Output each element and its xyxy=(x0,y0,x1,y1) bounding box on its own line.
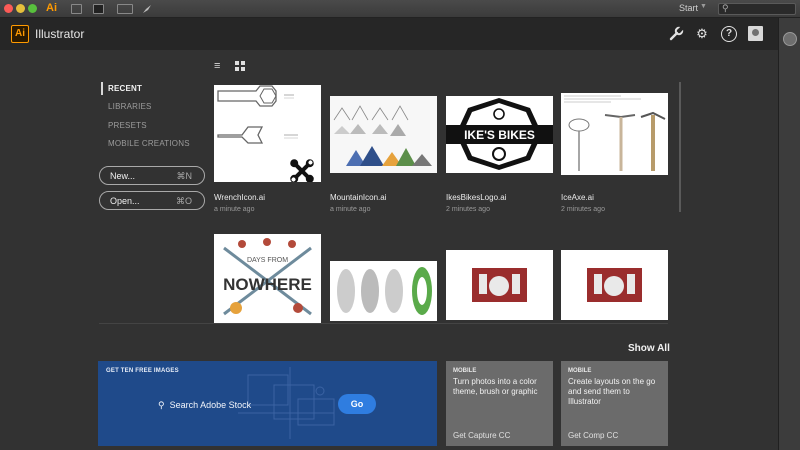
recent-file-thumbnail[interactable]: DAYS FROM NOWHERE xyxy=(214,234,321,323)
minimize-window-button[interactable] xyxy=(16,4,25,13)
panel-dock xyxy=(778,18,800,450)
days-from-nowhere-artwork: DAYS FROM NOWHERE xyxy=(223,238,312,316)
promo-card-comp[interactable]: MOBILE Create layouts on the go and send… xyxy=(561,361,668,446)
adobe-stock-card: GET TEN FREE IMAGES ⚲ Search Adobe Stock … xyxy=(98,361,437,446)
illustrator-logo: Ai xyxy=(11,25,29,43)
poster-artwork xyxy=(587,268,642,302)
nav-item-recent[interactable]: RECENT xyxy=(108,84,142,93)
file-name[interactable]: MountainIcon.ai xyxy=(330,193,386,202)
file-name[interactable]: IkesBikesLogo.ai xyxy=(446,193,506,202)
adobe-stock-search[interactable]: ⚲ Search Adobe Stock xyxy=(158,400,251,411)
new-document-button[interactable]: New... ⌘N xyxy=(99,166,205,185)
section-divider xyxy=(99,323,668,324)
open-document-button[interactable]: Open... ⌘O xyxy=(99,191,205,210)
footprints-artwork xyxy=(337,267,432,315)
recent-file-thumbnail[interactable] xyxy=(446,250,553,320)
go-button[interactable]: Go xyxy=(338,394,376,414)
grid-view-icon[interactable] xyxy=(235,61,245,71)
poster-artwork xyxy=(472,268,527,302)
nav-item-libraries[interactable]: LIBRARIES xyxy=(108,102,152,111)
open-button-label: Open... xyxy=(110,196,140,206)
nav-active-indicator xyxy=(101,82,103,95)
new-button-label: New... xyxy=(110,171,136,181)
ikes-bikes-text: IKE'S BIKES xyxy=(464,128,535,142)
mountain-artwork xyxy=(330,96,437,173)
file-modified-time: 2 minutes ago xyxy=(446,206,490,213)
file-modified-time: a minute ago xyxy=(330,206,371,213)
days-from-text: DAYS FROM xyxy=(247,257,288,264)
promo-card-capture[interactable]: MOBILE Turn photos into a color theme, b… xyxy=(446,361,553,446)
panel-dock-icon[interactable] xyxy=(783,32,797,46)
workspace-switcher[interactable]: Start xyxy=(679,3,698,13)
ice-axe-artwork xyxy=(564,95,666,171)
app-title: Illustrator xyxy=(35,27,85,41)
recent-file-thumbnail[interactable] xyxy=(330,261,437,321)
wrench-icon[interactable] xyxy=(668,26,684,42)
get-comp-link[interactable]: Get Comp CC xyxy=(568,431,618,440)
file-modified-time: 2 minutes ago xyxy=(561,206,605,213)
app-menu-bar: Ai Start ▼ ⚲ xyxy=(0,0,800,18)
user-icon[interactable] xyxy=(748,26,763,41)
nowhere-text: NOWHERE xyxy=(223,275,312,294)
nav-item-presets[interactable]: PRESETS xyxy=(108,121,147,130)
ikes-bikes-logo-artwork: IKE'S BIKES xyxy=(446,98,553,170)
bridge-icon[interactable] xyxy=(71,4,82,14)
gear-icon[interactable]: ⚙ xyxy=(694,26,710,42)
chevron-down-icon: ▼ xyxy=(700,3,707,10)
wrench-artwork xyxy=(217,85,314,182)
recent-file-thumbnail[interactable] xyxy=(561,93,668,175)
recent-file-thumbnail[interactable] xyxy=(561,250,668,320)
arrange-documents-icon[interactable] xyxy=(117,4,133,14)
get-capture-link[interactable]: Get Capture CC xyxy=(453,431,510,440)
app-mark: Ai xyxy=(46,2,57,14)
stock-title: GET TEN FREE IMAGES xyxy=(106,368,179,374)
promo-body: Turn photos into a color theme, brush or… xyxy=(453,377,538,396)
file-name[interactable]: WrenchIcon.ai xyxy=(214,193,265,202)
promo-kicker: MOBILE xyxy=(568,368,592,374)
search-icon: ⚲ xyxy=(158,400,165,410)
recent-file-thumbnail[interactable] xyxy=(330,96,437,173)
recent-file-thumbnail[interactable] xyxy=(214,85,321,182)
gpu-rocket-icon[interactable] xyxy=(141,3,153,15)
recent-files-scrollbar[interactable] xyxy=(679,82,681,212)
promo-body: Create layouts on the go and send them t… xyxy=(568,377,656,406)
nav-item-mobile-creations[interactable]: MOBILE CREATIONS xyxy=(108,139,190,148)
open-shortcut: ⌘O xyxy=(175,196,192,206)
stock-search-label: Search Adobe Stock xyxy=(169,400,252,410)
start-header: Ai Illustrator ⚙ ? xyxy=(0,18,778,50)
help-icon[interactable]: ? xyxy=(721,26,737,42)
stock-icon[interactable] xyxy=(93,4,104,14)
show-all-link[interactable]: Show All xyxy=(628,343,670,354)
file-name[interactable]: IceAxe.ai xyxy=(561,193,594,202)
file-modified-time: a minute ago xyxy=(214,206,255,213)
promo-kicker: MOBILE xyxy=(453,368,477,374)
help-search-input[interactable]: ⚲ xyxy=(718,3,796,15)
close-window-button[interactable] xyxy=(4,4,13,13)
zoom-window-button[interactable] xyxy=(28,4,37,13)
search-icon: ⚲ xyxy=(722,3,729,13)
new-shortcut: ⌘N xyxy=(176,171,193,181)
list-view-icon[interactable]: ≡ xyxy=(214,61,224,72)
recent-file-thumbnail[interactable]: IKE'S BIKES xyxy=(446,96,553,173)
